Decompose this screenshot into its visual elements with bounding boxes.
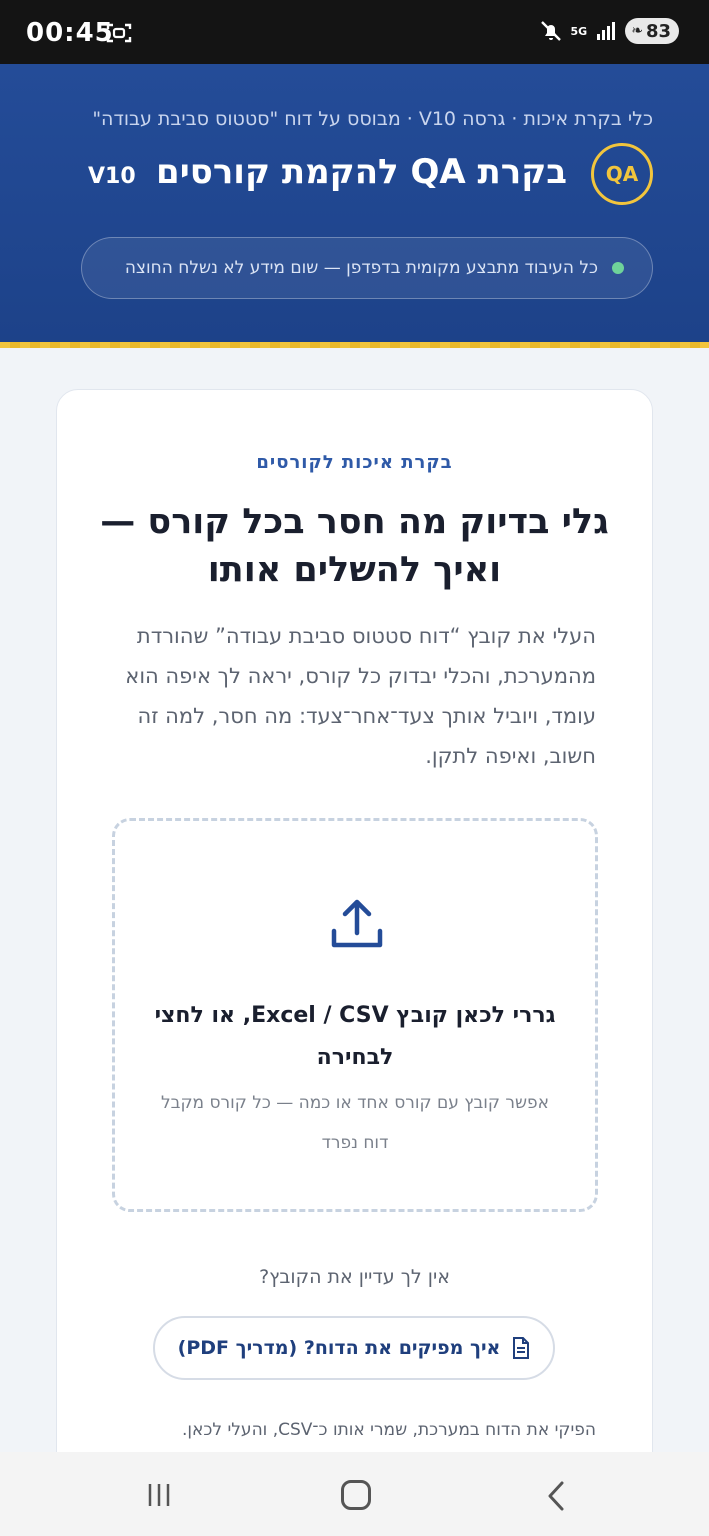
status-dot-icon: [612, 262, 624, 274]
page-title: בקרת QA להקמת קורסים: [156, 152, 567, 192]
system-nav-bar: [0, 1452, 709, 1536]
qa-logo: QA: [591, 143, 653, 205]
upload-footnote: הפיקי את הדוח במערכת, שמרי אותו כ־CSV, ו…: [182, 1420, 596, 1440]
upload-icon: [331, 899, 383, 948]
card-headline: גלי בדיוק מה חסר בכל קורס — ואיך להשלים …: [100, 502, 609, 590]
dropzone-subtitle: אפשר קובץ עם קורס אחד או כמה — כל קורס מ…: [160, 1093, 550, 1153]
battery-level: 83: [645, 20, 671, 42]
back-icon[interactable]: [546, 1480, 566, 1512]
home-icon[interactable]: [341, 1480, 371, 1510]
document-icon: [513, 1337, 530, 1359]
mute-icon: [540, 21, 561, 41]
network-label: 5G: [570, 24, 588, 38]
recent-apps-icon[interactable]: [146, 1482, 172, 1508]
upload-card: בקרת איכות לקורסים גלי בדיוק מה חסר בכל …: [56, 389, 653, 1489]
file-dropzone[interactable]: גררי לכאן קובץ Excel / CSV, או לחצי לבחי…: [112, 818, 598, 1212]
dropzone-title: גררי לכאן קובץ Excel / CSV, או לחצי לבחי…: [154, 1003, 556, 1070]
version-label: V10: [88, 164, 136, 189]
status-bar: 00:45 5G ❧ 83: [0, 0, 709, 64]
card-eyebrow: בקרת איכות לקורסים: [256, 452, 453, 473]
app-header: כלי בקרת איכות · גרסה V10 · מבוסס על דוח…: [0, 64, 709, 342]
pdf-guide-button[interactable]: איך מפיקים את הדוח? (מדריך PDF): [153, 1316, 555, 1380]
clock: 00:45: [26, 18, 114, 48]
header-subline: כלי בקרת איכות · גרסה V10 · מבוסס על דוח…: [92, 108, 653, 130]
privacy-text: כל העיבוד מתבצע מקומית בדפדפן — שום מידע…: [124, 258, 598, 278]
battery-indicator: ❧ 83: [625, 18, 679, 44]
screen-capture-icon: [106, 23, 132, 43]
pdf-guide-label: איך מפיקים את הדוח? (מדריך PDF): [177, 1337, 501, 1359]
card-description: העלי את קובץ “דוח סטטוס סביבת עבודה” שהו…: [125, 624, 596, 768]
signal-icon: [597, 22, 616, 40]
leaf-icon: ❧: [631, 23, 643, 39]
privacy-notice: כל העיבוד מתבצע מקומית בדפדפן — שום מידע…: [81, 237, 653, 299]
no-file-prompt: אין לך עדיין את הקובץ?: [259, 1266, 450, 1288]
header-accent-stripe: [0, 342, 709, 348]
